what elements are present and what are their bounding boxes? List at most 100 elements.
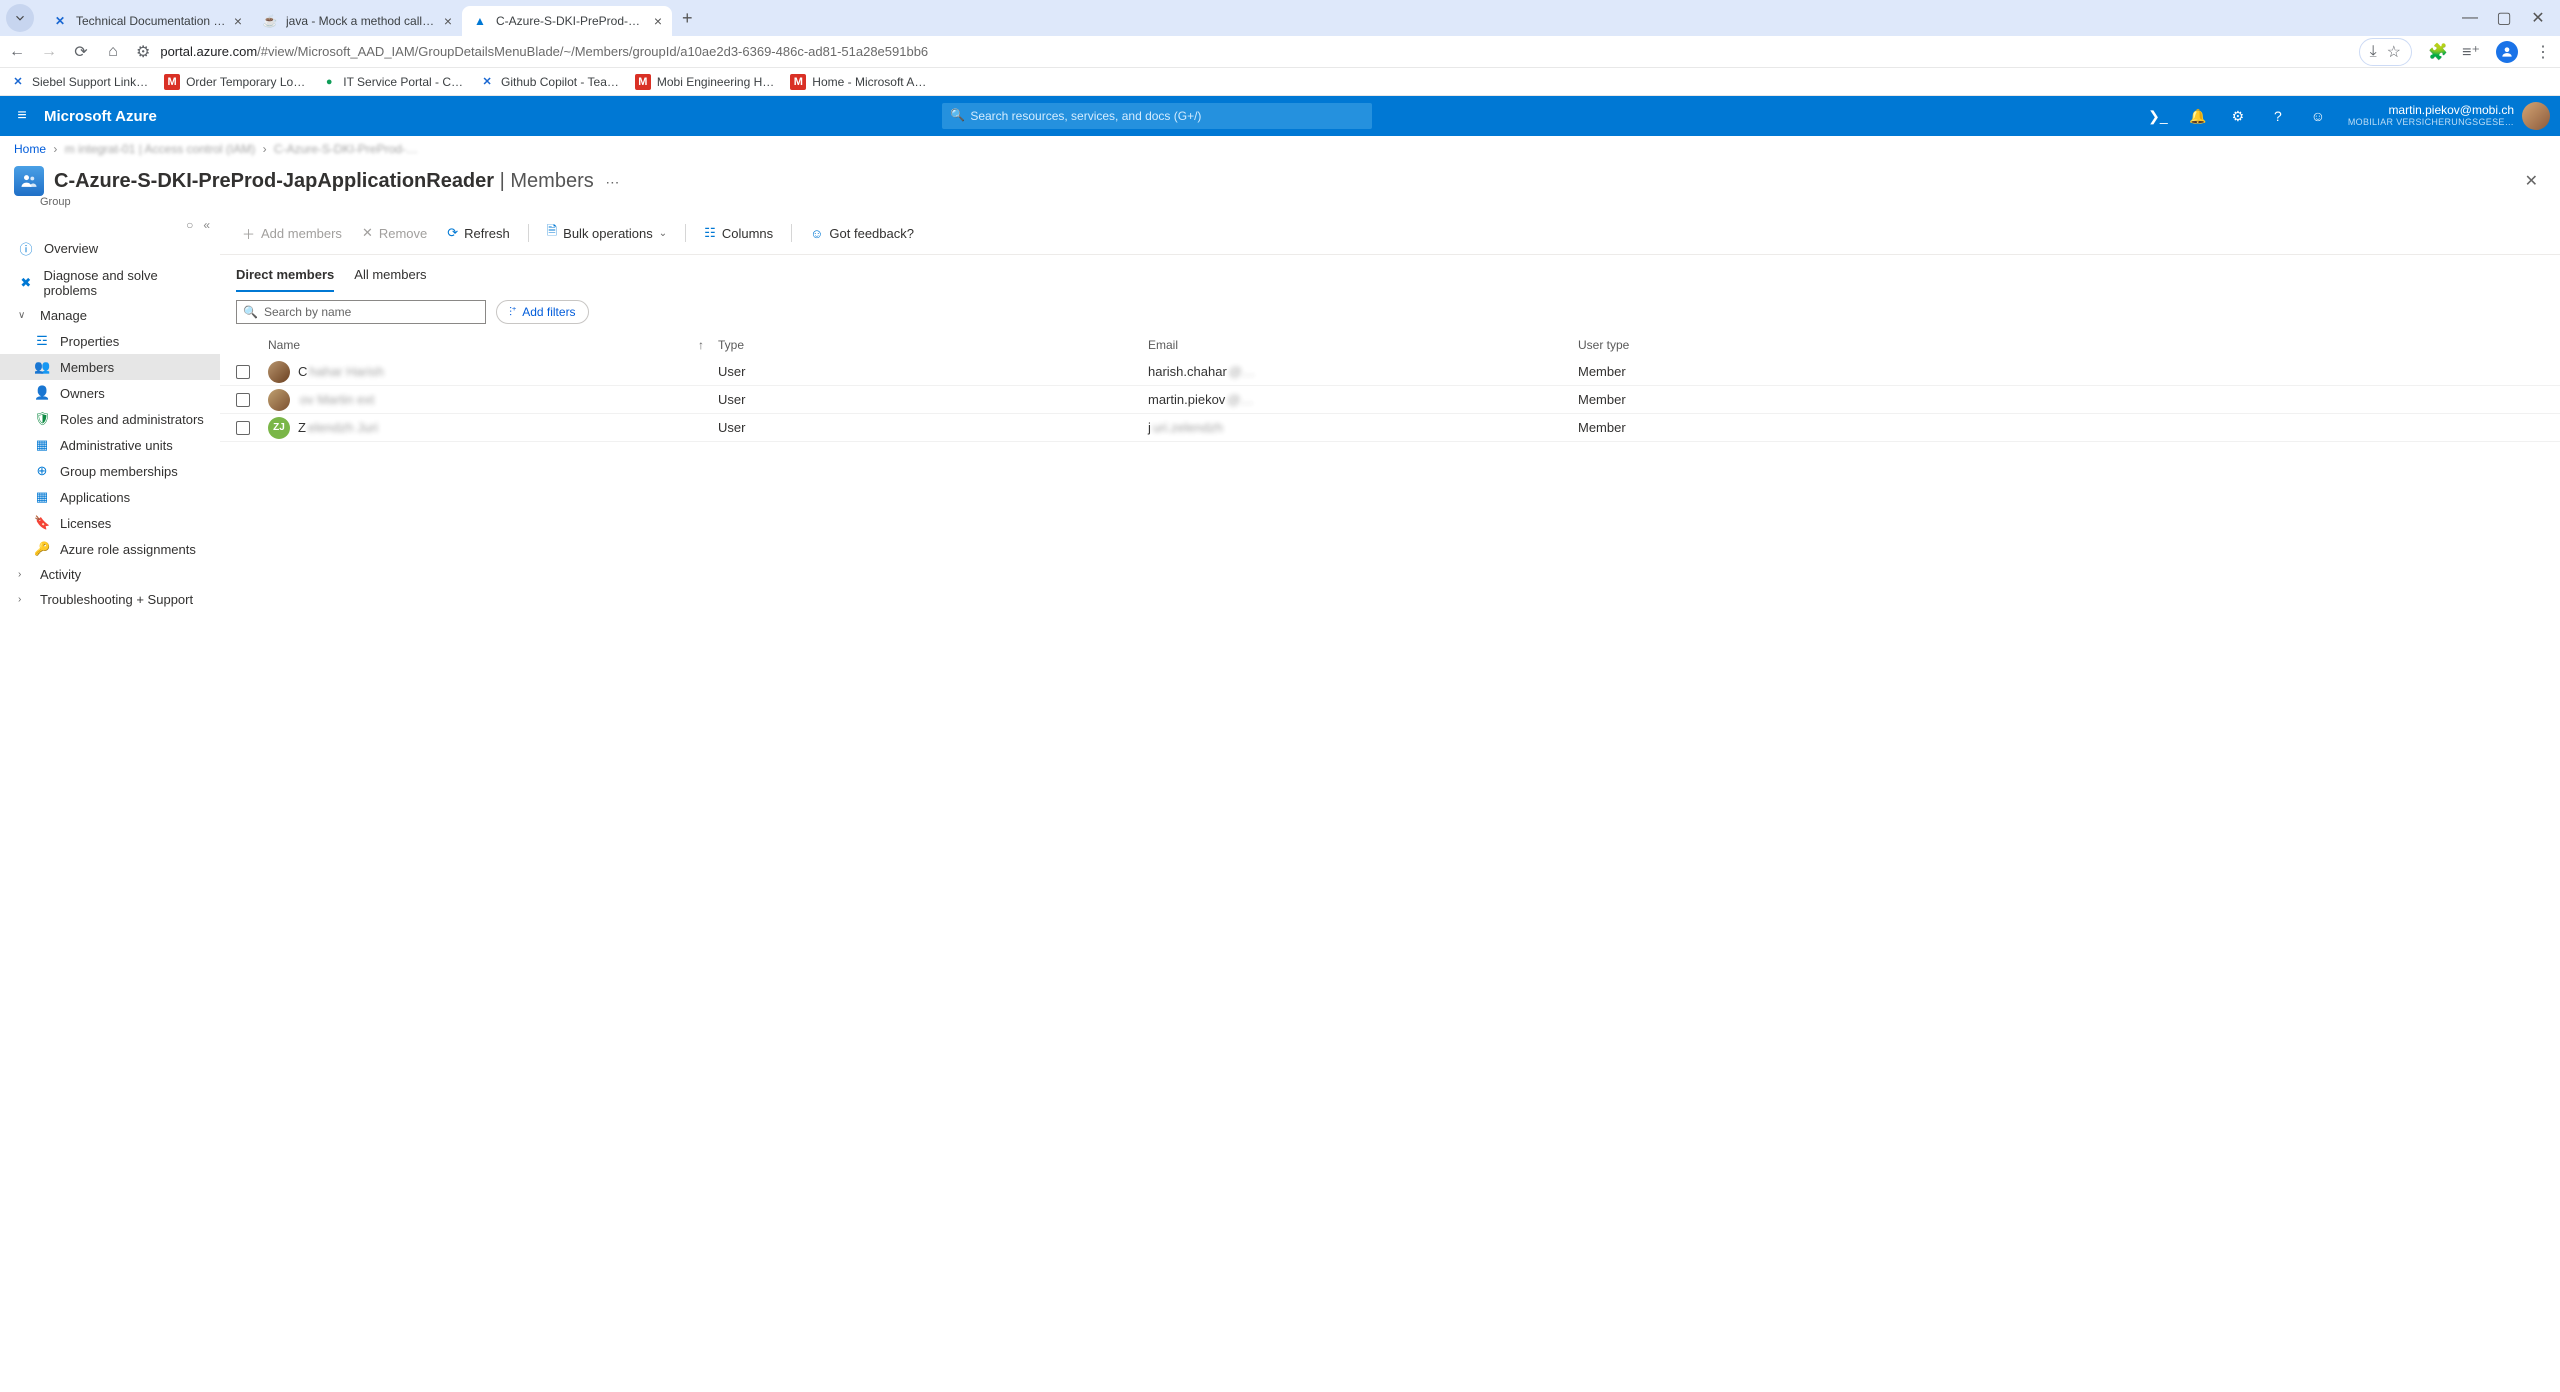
bookmark-favicon: M (635, 74, 651, 90)
settings-icon[interactable]: ⚙ (2218, 96, 2258, 136)
favicon: ✕ (52, 13, 68, 29)
bookmark-item[interactable]: MOrder Temporary Lo… (164, 74, 305, 90)
blade-header: C-Azure-S-DKI-PreProd-JapApplicationRead… (0, 160, 2560, 200)
row-checkbox[interactable] (236, 393, 250, 407)
table-row[interactable]: ov Martin ext User martin.piekov@… Membe… (220, 386, 2560, 414)
global-search[interactable]: 🔍 (942, 103, 1372, 129)
table-row[interactable]: Chahar Harish User harish.chahar@… Membe… (220, 358, 2560, 386)
col-name[interactable]: Name (268, 338, 698, 352)
close-icon[interactable]: × (444, 13, 452, 29)
user-tenant: MOBILIAR VERSICHERUNGSGESE… (2348, 118, 2514, 128)
bulk-operations-button[interactable]: 🗎Bulk operations⌄ (539, 218, 675, 248)
feedback-icon: ☺ (810, 226, 823, 241)
blade-close-button[interactable]: ✕ (2517, 167, 2546, 195)
menu-groupmemb[interactable]: ⊕Group memberships (0, 458, 220, 484)
col-usertype[interactable]: User type (1578, 338, 2544, 352)
profile-badge[interactable] (2496, 41, 2518, 63)
close-icon[interactable]: × (234, 13, 242, 29)
sort-icon[interactable]: ↑ (698, 338, 718, 352)
menu-members[interactable]: 👥Members (0, 354, 220, 380)
menu-overview[interactable]: ⓘOverview (0, 234, 220, 263)
browser-tab-1[interactable]: ☕ java - Mock a method call call… × (252, 6, 462, 36)
close-icon[interactable]: × (654, 13, 662, 29)
maximize-button[interactable]: ▢ (2496, 10, 2512, 26)
menu-roles[interactable]: 🛡Roles and administrators (0, 406, 220, 432)
browser-tab-0[interactable]: ✕ Technical Documentation - Sie… × (42, 6, 252, 36)
info-icon: ⓘ (18, 239, 34, 258)
add-filters-button[interactable]: ⫶⁺ Add filters (496, 300, 589, 324)
crumb-iam[interactable]: m integrat-01 | Access control (IAM) (65, 142, 256, 156)
menu-adminunits[interactable]: ▦Administrative units (0, 432, 220, 458)
bookmark-icon[interactable]: ☆ (2387, 42, 2401, 62)
table-row[interactable]: ZJZelendzh Juri User juri.zelendzh Membe… (220, 414, 2560, 442)
feedback-icon[interactable]: ☺ (2298, 96, 2338, 136)
browser-tab-2[interactable]: ▲ C-Azure-S-DKI-PreProd-JapAp… × (462, 6, 672, 36)
bookmark-item[interactable]: MHome - Microsoft A… (790, 74, 926, 90)
col-type[interactable]: Type (718, 338, 1148, 352)
menu-trouble-header[interactable]: ›Troubleshooting + Support (0, 587, 220, 612)
feedback-button[interactable]: ☺Got feedback? (802, 222, 922, 245)
bookmark-favicon: ✕ (479, 74, 495, 90)
bookmark-item[interactable]: ✕Siebel Support Link… (10, 74, 148, 90)
blade-more-button[interactable]: ⋯ (599, 174, 625, 190)
avatar: ZJ (268, 417, 290, 439)
menu-diagnose[interactable]: ✖Diagnose and solve problems (0, 263, 220, 303)
tab-all-members[interactable]: All members (354, 263, 426, 292)
row-checkbox[interactable] (236, 421, 250, 435)
refresh-button[interactable]: ⟳Refresh (439, 221, 517, 245)
home-button[interactable]: ⌂ (104, 43, 122, 61)
azure-brand[interactable]: Microsoft Azure (44, 108, 177, 125)
crumb-group[interactable]: C-Azure-S-DKI-PreProd-… (274, 142, 418, 156)
avatar (268, 389, 290, 411)
chrome-menu-button[interactable]: ⋮ (2534, 42, 2552, 62)
address-bar: ← → ⟳ ⌂ ⚙ portal.azure.com/#view/Microso… (0, 36, 2560, 68)
bookmark-item[interactable]: MMobi Engineering H… (635, 74, 774, 90)
bookmark-favicon: ✕ (10, 74, 26, 90)
close-window-button[interactable]: ✕ (2530, 10, 2546, 26)
menu-licenses[interactable]: 🔖Licenses (0, 510, 220, 536)
account-menu[interactable]: martin.piekov@mobi.ch MOBILIAR VERSICHER… (2338, 102, 2560, 130)
members-tabs: Direct members All members (220, 255, 2560, 292)
remove-button[interactable]: ✕Remove (354, 221, 435, 245)
menu-properties[interactable]: ☲Properties (0, 328, 220, 354)
row-checkbox[interactable] (236, 365, 250, 379)
extensions-icon[interactable]: 🧩 (2428, 42, 2446, 62)
menu-owners[interactable]: 👤Owners (0, 380, 220, 406)
col-email[interactable]: Email (1148, 338, 1578, 352)
blade-title: C-Azure-S-DKI-PreProd-JapApplicationRead… (54, 170, 599, 192)
member-search-input[interactable]: 🔍 Search by name (236, 300, 486, 324)
reload-button[interactable]: ⟳ (72, 42, 90, 62)
forward-button[interactable]: → (40, 43, 58, 61)
search-placeholder: Search by name (264, 305, 351, 319)
diagnose-icon: ✖ (18, 275, 34, 291)
pin-icon[interactable]: ○ (186, 218, 193, 232)
help-icon[interactable]: ? (2258, 96, 2298, 136)
menu-activity-header[interactable]: ›Activity (0, 562, 220, 587)
add-members-button[interactable]: ＋Add members (234, 220, 350, 247)
back-button[interactable]: ← (8, 43, 26, 61)
bookmark-item[interactable]: ✕Github Copilot - Tea… (479, 74, 619, 90)
menu-apps[interactable]: ▦Applications (0, 484, 220, 510)
tab-direct-members[interactable]: Direct members (236, 263, 334, 292)
columns-button[interactable]: ☷Columns (696, 221, 781, 245)
plus-icon: ＋ (242, 224, 255, 243)
menu-manage-header[interactable]: ∨Manage (0, 303, 220, 328)
tab-title: C-Azure-S-DKI-PreProd-JapAp… (496, 14, 646, 28)
site-info-icon[interactable]: ⚙ (136, 42, 150, 62)
menu-azroles[interactable]: 🔑Azure role assignments (0, 536, 220, 562)
minimize-button[interactable]: — (2462, 10, 2478, 26)
page-actions-pill[interactable]: ⤓ ☆ (2359, 38, 2412, 66)
crumb-home[interactable]: Home (14, 142, 46, 156)
search-tabs-button[interactable] (6, 4, 34, 32)
portal-menu-button[interactable]: ≡ (0, 107, 44, 125)
new-tab-button[interactable]: + (672, 8, 703, 29)
install-app-icon[interactable]: ⤓ (2370, 43, 2377, 61)
global-search-input[interactable] (942, 103, 1372, 129)
notifications-icon[interactable]: 🔔 (2178, 96, 2218, 136)
owners-icon: 👤 (34, 385, 50, 401)
reading-list-icon[interactable]: ≡⁺ (2462, 42, 2480, 62)
cloud-shell-icon[interactable]: ❯_ (2138, 96, 2178, 136)
omnibox[interactable]: ⚙ portal.azure.com/#view/Microsoft_AAD_I… (136, 39, 2345, 65)
collapse-menu-icon[interactable]: « (203, 218, 210, 232)
bookmark-item[interactable]: ●IT Service Portal - C… (321, 74, 463, 90)
